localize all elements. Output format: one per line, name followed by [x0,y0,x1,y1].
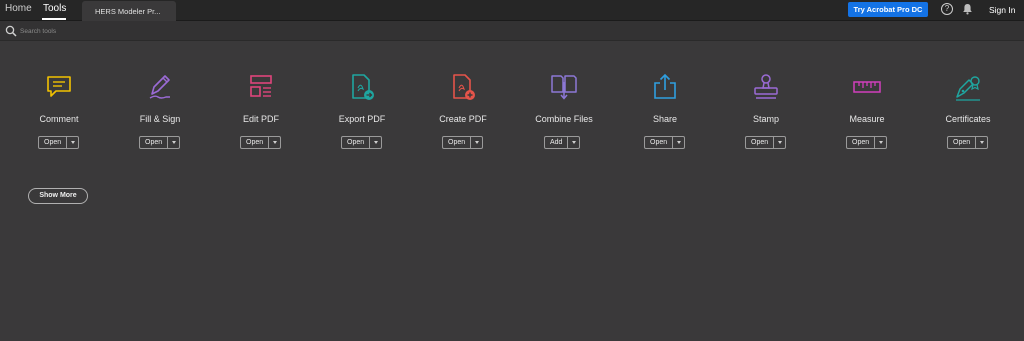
tool-open-button[interactable]: Open [947,136,989,149]
comment-icon[interactable] [45,72,73,102]
tool-label: Comment [39,114,79,124]
tool-label: Fill & Sign [139,114,181,124]
chevron-down-icon[interactable] [67,137,78,148]
tool-open-button[interactable]: Open [745,136,787,149]
active-tab-indicator [42,18,66,20]
tool-button-label[interactable]: Open [241,137,270,148]
tool-button-label[interactable]: Open [746,137,775,148]
tool-button-label[interactable]: Open [443,137,472,148]
chevron-down-icon[interactable] [168,137,179,148]
tool-button-label[interactable]: Open [39,137,68,148]
chevron-down-icon[interactable] [269,137,280,148]
tool-label: Measure [849,114,885,124]
create-pdf-icon[interactable] [449,72,477,102]
tool-label: Certificates [945,114,991,124]
tool-button-label[interactable]: Open [847,137,876,148]
chevron-down-icon[interactable] [673,137,684,148]
nav-home[interactable]: Home [5,3,32,14]
measure-icon[interactable] [853,72,881,102]
tool-create-pdf: Create PDF Open [423,72,503,152]
fill-sign-icon[interactable] [146,72,174,102]
tool-export-pdf: Export PDF Open [322,72,402,152]
stamp-icon[interactable] [752,72,780,102]
tool-label: Stamp [752,114,779,124]
tool-open-button[interactable]: Open [644,136,686,149]
search-bar [0,21,1024,41]
tool-button-label[interactable]: Open [948,137,977,148]
tool-open-button[interactable]: Open [846,136,888,149]
search-icon [5,25,17,37]
show-more-button[interactable]: Show More [28,188,88,204]
tool-label: Share [652,114,678,124]
tool-button-label[interactable]: Open [342,137,371,148]
search-input[interactable] [20,25,220,37]
tool-label: Export PDF [338,114,386,124]
tool-add-button[interactable]: Add [544,136,581,149]
tool-comment: Comment Open [19,72,99,152]
tool-certificates: Certificates Open [928,72,1008,152]
edit-pdf-icon[interactable] [247,72,275,102]
try-acrobat-pro-button[interactable]: Try Acrobat Pro DC [848,2,928,17]
tool-label: Edit PDF [242,114,279,124]
chevron-down-icon[interactable] [875,137,886,148]
certificates-icon[interactable] [954,72,982,102]
tool-button-label[interactable]: Open [645,137,674,148]
tool-open-button[interactable]: Open [442,136,484,149]
tool-label: Create PDF [439,114,487,124]
tool-label: Combine Files [535,114,593,124]
tool-fill-sign: Fill & Sign Open [120,72,200,152]
tool-measure: Measure Open [827,72,907,152]
tool-share: Share Open [625,72,705,152]
combine-files-icon[interactable] [550,72,578,102]
chevron-down-icon[interactable] [774,137,785,148]
document-tab[interactable]: HERS Modeler Pr... [82,1,176,21]
tool-open-button[interactable]: Open [240,136,282,149]
help-icon[interactable]: ? [941,3,953,15]
tool-button-label[interactable]: Add [545,137,569,148]
nav-tools[interactable]: Tools [43,3,66,14]
share-icon[interactable] [651,72,679,102]
chevron-down-icon[interactable] [370,137,381,148]
export-pdf-icon[interactable] [348,72,376,102]
top-bar: Home Tools HERS Modeler Pr... Try Acroba… [0,0,1024,21]
tool-open-button[interactable]: Open [341,136,383,149]
bell-icon[interactable] [962,3,973,15]
tool-combine-files: Combine Files Add [524,72,604,152]
sign-in-link[interactable]: Sign In [989,5,1015,15]
chevron-down-icon[interactable] [471,137,482,148]
chevron-down-icon[interactable] [976,137,987,148]
tool-button-label[interactable]: Open [140,137,169,148]
tool-edit-pdf: Edit PDF Open [221,72,301,152]
chevron-down-icon[interactable] [568,137,579,148]
tool-open-button[interactable]: Open [139,136,181,149]
tool-open-button[interactable]: Open [38,136,80,149]
tool-stamp: Stamp Open [726,72,806,152]
